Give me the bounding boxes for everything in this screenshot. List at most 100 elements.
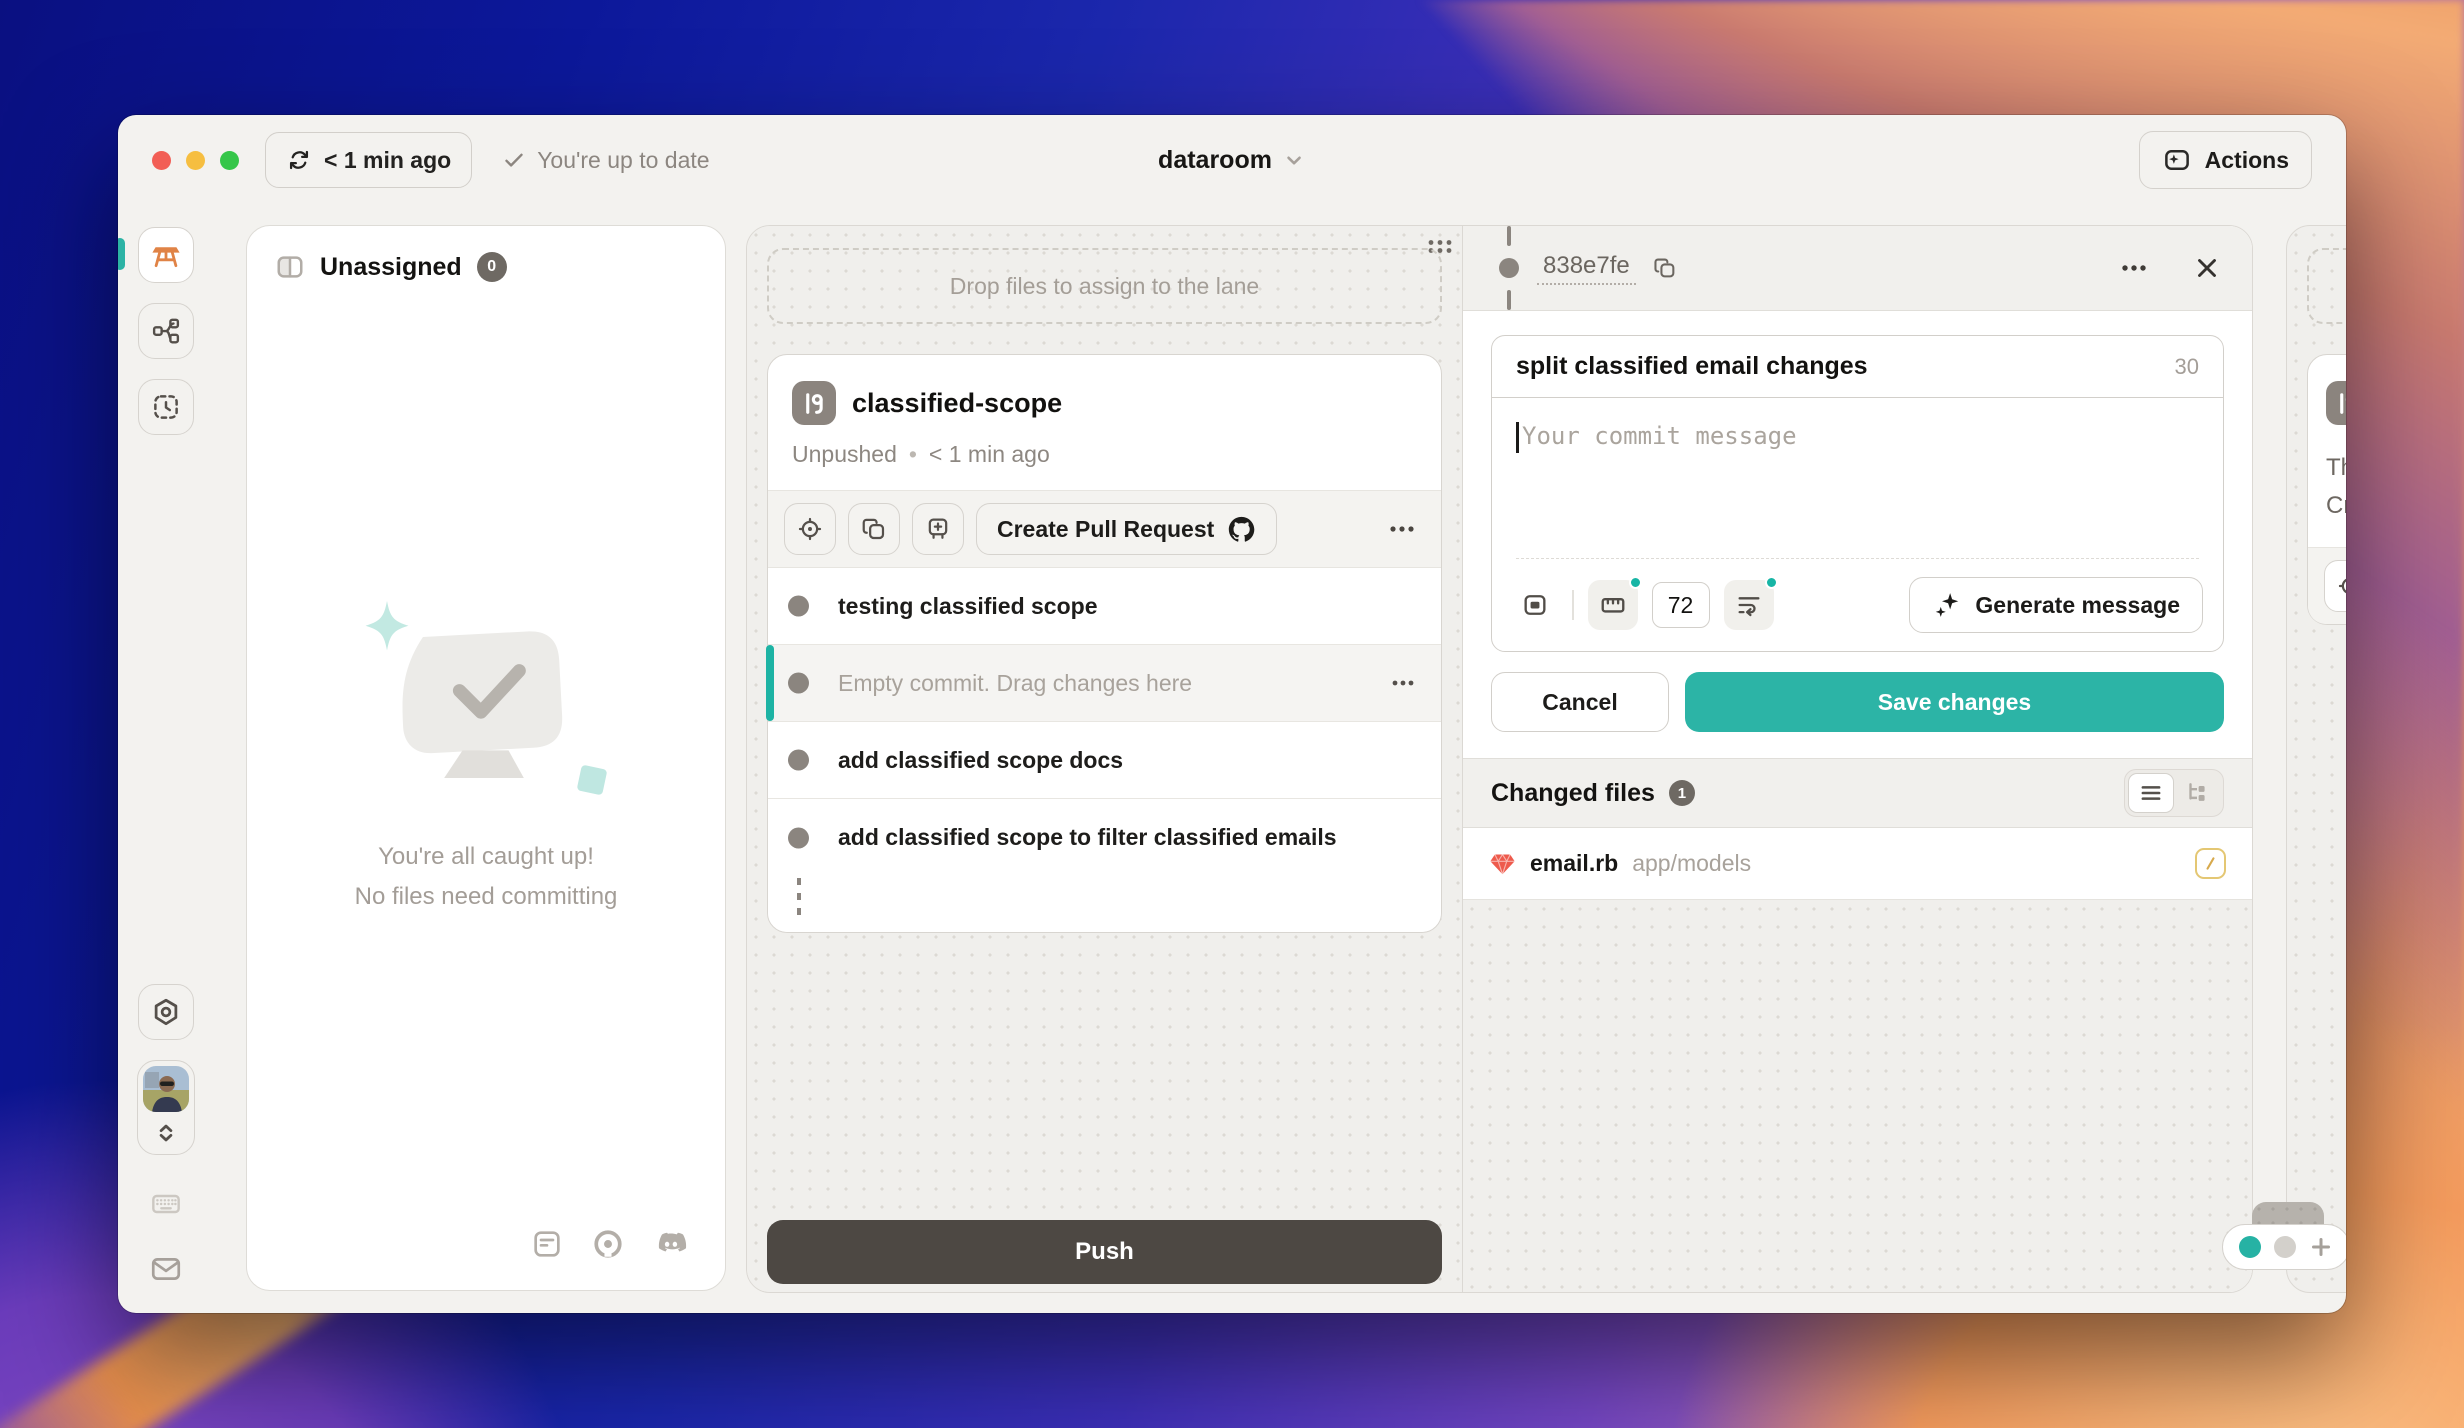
- commit-row[interactable]: add classified scope docs: [768, 722, 1441, 799]
- actions-button[interactable]: Actions: [2139, 131, 2312, 189]
- open-source-icon: [591, 1227, 625, 1261]
- zoom-window-button[interactable]: [220, 151, 239, 170]
- diamond-icon: [577, 765, 608, 796]
- commit-menu-button[interactable]: [1385, 673, 1421, 693]
- workspace-lanes: Drop files to assign to the lane classif…: [746, 225, 2253, 1293]
- docs-button[interactable]: [531, 1226, 563, 1262]
- push-button[interactable]: Push: [767, 1220, 1442, 1284]
- commit-hash-link[interactable]: 838e7fe: [1537, 251, 1636, 285]
- text-caret: [1516, 422, 1519, 453]
- account-switcher[interactable]: [137, 1060, 195, 1155]
- branches-icon: [151, 316, 181, 346]
- tree-view-button[interactable]: [2174, 773, 2220, 813]
- unassigned-title: Unassigned: [320, 253, 462, 282]
- page-dot-active[interactable]: [2239, 1236, 2261, 1258]
- branch-card: Th Cre: [2307, 354, 2346, 625]
- check-icon: [502, 148, 526, 172]
- unassigned-panel: Unassigned 0: [246, 225, 726, 1291]
- edit-actions: Cancel Save changes: [1491, 672, 2224, 732]
- project-selector[interactable]: dataroom: [1158, 146, 1306, 175]
- copy-branch-button[interactable]: [848, 503, 900, 555]
- unassigned-panel-icon: [275, 252, 305, 282]
- branch-menu-button[interactable]: [1379, 525, 1425, 533]
- ruler-toggle-button[interactable]: [1588, 580, 1638, 630]
- divider: [1572, 590, 1574, 620]
- meta-separator: •: [909, 441, 917, 468]
- copy-hash-button[interactable]: [1648, 251, 1682, 285]
- branch-push-status: Unpushed: [792, 441, 897, 468]
- selected-indicator: [766, 645, 774, 721]
- sidebar-item-settings[interactable]: [138, 984, 194, 1040]
- actions-sparkle-icon: [2162, 145, 2192, 175]
- commit-details-menu-button[interactable]: [2110, 264, 2158, 272]
- commit-row-empty-selected[interactable]: Empty commit. Drag changes here: [768, 645, 1441, 722]
- sparkles-icon: [1932, 590, 1962, 620]
- open-source-button[interactable]: [591, 1226, 625, 1262]
- list-view-button[interactable]: [2128, 773, 2174, 813]
- sidebar-item-branches[interactable]: [138, 303, 194, 359]
- list-view-icon: [2138, 780, 2164, 806]
- gitbutler-window: < 1 min ago You're up to date dataroom: [118, 115, 2346, 1313]
- sidebar-item-history[interactable]: [138, 379, 194, 435]
- add-lane-button[interactable]: [2309, 1235, 2333, 1259]
- enabled-dot: [1629, 576, 1642, 589]
- unassigned-count-badge: 0: [477, 252, 507, 282]
- commit-details-panel: 838e7fe: [1463, 226, 2252, 1292]
- commit-target-button[interactable]: [2324, 560, 2346, 612]
- copy-icon: [860, 515, 888, 543]
- cancel-button[interactable]: Cancel: [1491, 672, 1669, 732]
- close-window-button[interactable]: [152, 151, 171, 170]
- create-pull-request-button[interactable]: Create Pull Request: [976, 503, 1277, 555]
- panel-footer: [247, 1226, 725, 1290]
- commit-message-input[interactable]: Your commit message: [1492, 398, 2223, 558]
- editor-mode-button[interactable]: [1512, 582, 1558, 628]
- message-toolbar: 72: [1492, 559, 2223, 651]
- commit-title: add classified scope docs: [838, 747, 1123, 774]
- branch-toolbar: [2308, 547, 2346, 624]
- docs-icon: [531, 1228, 563, 1260]
- add-dependent-branch-button[interactable]: [912, 503, 964, 555]
- minimize-window-button[interactable]: [186, 151, 205, 170]
- target-icon: [796, 515, 824, 543]
- close-details-button[interactable]: [2188, 249, 2226, 287]
- commit-target-button[interactable]: [784, 503, 836, 555]
- commit-row[interactable]: add classified scope to filter classifie…: [768, 799, 1441, 876]
- branch-card-header[interactable]: classified-scope Unpushed • < 1 min ago: [768, 355, 1441, 490]
- settings-icon: [151, 997, 181, 1027]
- titlebar: < 1 min ago You're up to date dataroom: [118, 115, 2346, 205]
- branch-badge-icon: [2326, 381, 2346, 425]
- tree-view-icon: [2184, 780, 2210, 806]
- up-to-date-status: You're up to date: [502, 147, 709, 174]
- details-empty-area: [1463, 900, 2252, 1292]
- generate-message-button[interactable]: Generate message: [1909, 577, 2203, 633]
- file-dropzone[interactable]: Drop files to assign to the lane: [767, 248, 1442, 324]
- changed-file-row[interactable]: email.rb app/models: [1463, 828, 2252, 900]
- file-dropzone[interactable]: [2307, 248, 2346, 324]
- page-dot[interactable]: [2274, 1236, 2296, 1258]
- commit-message-card: 30 Your commit message: [1491, 335, 2224, 652]
- view-toggle: [2124, 769, 2224, 817]
- sync-icon: [286, 147, 312, 173]
- feedback-button[interactable]: [143, 1251, 189, 1287]
- close-icon: [2192, 253, 2222, 283]
- enabled-dot: [1765, 576, 1778, 589]
- ruler-icon: [1599, 591, 1627, 619]
- keyboard-shortcuts-button[interactable]: [144, 1187, 188, 1221]
- commit-graph-node: [1489, 226, 1533, 310]
- branch-card: classified-scope Unpushed • < 1 min ago: [767, 354, 1442, 933]
- sidebar-item-workspace[interactable]: [138, 227, 194, 283]
- wrap-toggle-button[interactable]: [1724, 580, 1774, 630]
- commit-edit-area: 30 Your commit message: [1463, 311, 2252, 758]
- commit-title: Empty commit. Drag changes here: [838, 670, 1192, 697]
- save-changes-button[interactable]: Save changes: [1685, 672, 2224, 732]
- lane-pager: [2222, 1224, 2346, 1270]
- github-icon: [1227, 515, 1256, 544]
- desktop: < 1 min ago You're up to date dataroom: [0, 0, 2464, 1428]
- sync-button[interactable]: < 1 min ago: [265, 132, 472, 188]
- commit-row[interactable]: testing classified scope: [768, 568, 1441, 645]
- discord-button[interactable]: [653, 1226, 689, 1262]
- commit-title-input[interactable]: [1516, 352, 2159, 381]
- actions-label: Actions: [2205, 147, 2289, 174]
- avatar: [143, 1066, 189, 1112]
- wrap-width-value[interactable]: 72: [1652, 582, 1710, 628]
